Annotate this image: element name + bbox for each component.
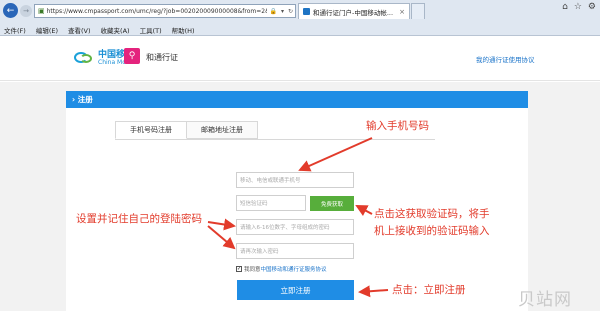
annotation-code-line1: 点击这获取验证码，将手 <box>374 208 490 220</box>
page-icon: ▣ <box>38 7 45 15</box>
service-agreement-link[interactable]: 中国移动和通行证服务协议 <box>261 265 327 273</box>
browser-tab-active[interactable]: 和通行证门户-中国移动帐... × <box>298 3 410 19</box>
menu-bar: 文件(F) 编辑(E) 查看(V) 收藏夹(A) 工具(T) 帮助(H) <box>0 23 600 36</box>
register-title-bar: › 注册 <box>66 91 528 108</box>
browser-chrome: ← → ▣ https://www.cmpassport.com/umc/reg… <box>0 0 600 36</box>
favicon-icon <box>303 8 310 15</box>
register-title: 注册 <box>77 95 93 104</box>
gear-icon[interactable]: ⚙ <box>588 2 596 12</box>
menu-help[interactable]: 帮助(H) <box>172 25 195 35</box>
sms-code-input[interactable]: 短信验证码 <box>236 195 306 211</box>
register-tabs: 手机号码注册 邮箱地址注册 <box>115 121 258 139</box>
agree-text: 我同意 <box>244 267 261 273</box>
menu-favorites[interactable]: 收藏夹(A) <box>101 25 130 35</box>
menu-edit[interactable]: 编辑(E) <box>36 25 58 35</box>
refresh-icon[interactable]: ↻ <box>288 8 293 15</box>
annotation-code: 点击这获取验证码，将手 机上接收到的验证码输入 <box>374 206 490 240</box>
submit-register-button[interactable]: 立即注册 <box>237 280 354 300</box>
menu-tools[interactable]: 工具(T) <box>140 25 162 35</box>
site-header: 中国移动 China Mobile ⚲ 和通行证 我的通行证使用协议 <box>0 37 600 81</box>
agreement-link[interactable]: 我的通行证使用协议 <box>476 54 535 64</box>
app-name: 和通行证 <box>146 53 178 62</box>
password-confirm-input[interactable]: 请再次输入密码 <box>236 243 354 259</box>
window-controls: ⌂ ☆ ⚙ <box>562 2 596 12</box>
annotation-phone: 输入手机号码 <box>366 120 429 132</box>
agree-checkbox[interactable]: ✓ <box>236 266 242 272</box>
dropdown-icon[interactable]: ▾ <box>281 8 284 15</box>
site-watermark: 贝站网 <box>518 290 572 310</box>
menu-view[interactable]: 查看(V) <box>68 25 91 35</box>
star-icon[interactable]: ☆ <box>574 2 582 12</box>
tab-phone-register[interactable]: 手机号码注册 <box>115 121 187 139</box>
new-tab-button[interactable] <box>411 3 425 19</box>
tab-email-register[interactable]: 邮箱地址注册 <box>187 121 258 139</box>
tab-title: 和通行证门户-中国移动帐... <box>313 8 394 17</box>
lock-icon[interactable]: 🔒 <box>269 8 276 15</box>
china-mobile-logo-icon <box>74 49 96 67</box>
menu-file[interactable]: 文件(F) <box>4 25 26 35</box>
tab-divider <box>115 139 435 140</box>
phone-input[interactable]: 移动、电信或联通手机号 <box>236 172 354 188</box>
address-url[interactable]: https://www.cmpassport.com/umc/reg/?job=… <box>47 8 268 15</box>
address-bar[interactable]: ▣ https://www.cmpassport.com/umc/reg/?jo… <box>34 4 296 18</box>
annotation-code-line2: 机上接收到的验证码输入 <box>374 225 490 237</box>
annotation-submit: 点击：立即注册 <box>392 284 466 296</box>
close-tab-icon[interactable]: × <box>399 8 405 16</box>
home-icon[interactable]: ⌂ <box>562 2 568 12</box>
annotation-password: 设置并记住自己的登陆密码 <box>76 213 202 225</box>
get-code-button[interactable]: 免费获取 <box>310 196 354 211</box>
forward-arrow-icon[interactable]: → <box>20 5 32 17</box>
password-input[interactable]: 请输入6-16位数字、字母组成的密码 <box>236 219 354 235</box>
back-arrow-icon[interactable]: ← <box>3 3 18 18</box>
key-icon: ⚲ <box>124 48 140 64</box>
agreement-row: ✓ 我同意 中国移动和通行证服务协议 <box>236 265 327 273</box>
